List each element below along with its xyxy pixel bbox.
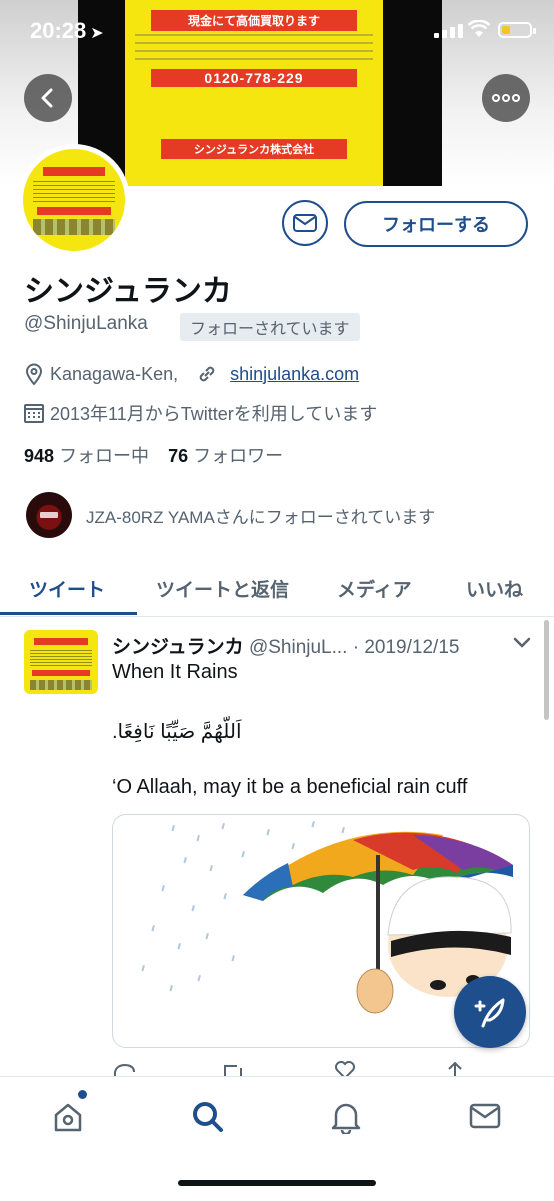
followers-link[interactable]: 76 フォロワー <box>168 446 283 466</box>
home-indicator[interactable] <box>178 1180 376 1186</box>
follows-you-badge: フォローされています <box>180 313 360 341</box>
display-name: シンジュランカ <box>24 275 232 308</box>
profile-tabs: ツイート ツイートと返信 メディア いいね <box>0 560 554 617</box>
tweet-author-handle: @ShinjuL... <box>248 637 348 658</box>
joined-text: 2013年11月からTwitterを利用しています <box>50 404 378 424</box>
website-link[interactable]: shinjulanka.com <box>230 364 359 385</box>
flyer-company: シンジュランカ株式会社 <box>161 139 347 159</box>
profile-meta-location: Kanagawa-Ken, shinjulanka.com <box>24 363 359 385</box>
tweet-text-line: ‘O Allaah, may it be a beneficial rain c… <box>112 776 468 798</box>
mail-icon <box>293 214 317 232</box>
tab-tweets[interactable]: ツイート <box>29 560 105 616</box>
tab-tweets-and-replies[interactable]: ツイートと返信 <box>156 560 289 616</box>
profile-avatar[interactable] <box>18 144 130 256</box>
followed-by-text: JZA-80RZ YAMAさんにフォローされています <box>86 507 436 527</box>
bell-icon <box>331 1103 361 1134</box>
notification-dot <box>78 1090 87 1099</box>
more-options-button[interactable] <box>482 74 530 122</box>
compose-feather-icon <box>474 998 505 1028</box>
follow-button[interactable]: フォローする <box>344 201 528 247</box>
battery-icon <box>498 22 536 38</box>
chevron-down-icon[interactable] <box>512 636 532 650</box>
location-pin-icon <box>25 363 43 385</box>
mail-icon <box>469 1103 501 1129</box>
location-text: Kanagawa-Ken, <box>50 363 179 384</box>
flyer-phone: 0120-778-229 <box>151 69 357 87</box>
follower-avatar <box>26 492 72 538</box>
wifi-icon <box>468 20 490 37</box>
scrollbar[interactable] <box>544 620 549 720</box>
tweet-date: · 2019/12/15 <box>352 637 460 658</box>
signal-icon <box>434 24 463 38</box>
location-arrow-icon: ➤ <box>90 25 104 42</box>
nav-home[interactable] <box>48 1097 88 1137</box>
following-link[interactable]: 948 フォロー中 <box>24 446 149 466</box>
nav-search[interactable] <box>188 1097 228 1137</box>
profile-meta-joined: 2013年11月からTwitterを利用しています <box>24 400 377 426</box>
tab-media[interactable]: メディア <box>337 560 412 616</box>
home-icon <box>54 1103 82 1132</box>
message-button[interactable] <box>282 200 328 246</box>
handle: @ShinjuLanka <box>24 313 148 334</box>
tweet-text-arabic: اَللّهُمَّ صَيِّبًا نَافِعًا. <box>112 721 242 743</box>
active-tab-indicator <box>0 612 137 615</box>
tweet-text-line: When It Rains <box>112 661 238 683</box>
status-bar: 20:28 ➤ <box>0 0 554 60</box>
more-icon <box>492 94 520 102</box>
link-icon <box>199 366 215 382</box>
tweet-header: シンジュランカ @ShinjuL... · 2019/12/15 <box>112 632 512 659</box>
back-button[interactable] <box>24 74 72 122</box>
search-icon <box>193 1102 223 1132</box>
tab-likes[interactable]: いいね <box>466 560 523 616</box>
avatar-image <box>23 149 125 251</box>
compose-tweet-button[interactable] <box>454 976 526 1048</box>
follow-counts: 948 フォロー中 76 フォロワー <box>24 442 283 468</box>
chevron-left-icon <box>41 88 53 108</box>
followed-by-row[interactable]: JZA-80RZ YAMAさんにフォローされています <box>26 492 435 538</box>
tweet-author-name[interactable]: シンジュランカ <box>112 637 244 658</box>
tweet-avatar[interactable] <box>24 630 98 694</box>
calendar-icon <box>24 404 44 423</box>
nav-messages[interactable] <box>465 1097 505 1137</box>
nav-notifications[interactable] <box>326 1097 366 1137</box>
status-time: 20:28 ➤ <box>30 18 104 43</box>
